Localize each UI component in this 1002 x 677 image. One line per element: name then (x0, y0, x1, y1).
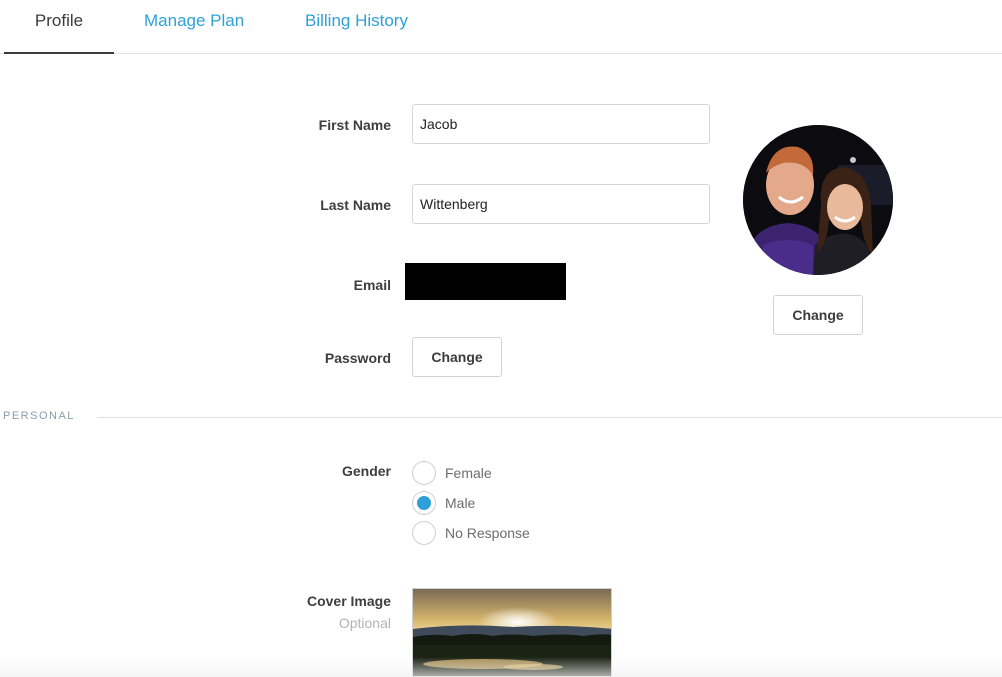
last-name-input[interactable] (412, 184, 710, 224)
tab-billing-history[interactable]: Billing History (305, 0, 408, 54)
section-divider (97, 417, 1002, 418)
radio-button-checked[interactable] (412, 491, 436, 515)
email-label: Email (353, 277, 391, 293)
cover-image-preview[interactable] (412, 588, 612, 677)
first-name-input[interactable] (412, 104, 710, 144)
radio-label: Female (445, 465, 492, 481)
change-avatar-button[interactable]: Change (773, 295, 863, 335)
cover-image-optional-label: Optional (338, 615, 391, 631)
sunset-image (413, 589, 611, 676)
cover-image-label: Cover Image (306, 593, 391, 609)
avatar-photo (743, 125, 893, 275)
radio-button[interactable] (412, 461, 436, 485)
tab-profile[interactable]: Profile (4, 0, 114, 54)
radio-label: No Response (445, 525, 530, 541)
email-redacted-value (405, 263, 566, 300)
radio-button[interactable] (412, 521, 436, 545)
avatar (743, 125, 893, 275)
gender-label: Gender (341, 463, 391, 479)
first-name-label: First Name (318, 117, 391, 133)
change-password-button[interactable]: Change (412, 337, 502, 377)
section-title-personal: PERSONAL (3, 410, 75, 422)
last-name-label: Last Name (320, 197, 391, 213)
radio-label: Male (445, 495, 476, 511)
tab-manage-plan[interactable]: Manage Plan (144, 0, 244, 54)
password-label: Password (324, 350, 391, 366)
tab-bar: Profile Manage Plan Billing History (0, 0, 1002, 54)
